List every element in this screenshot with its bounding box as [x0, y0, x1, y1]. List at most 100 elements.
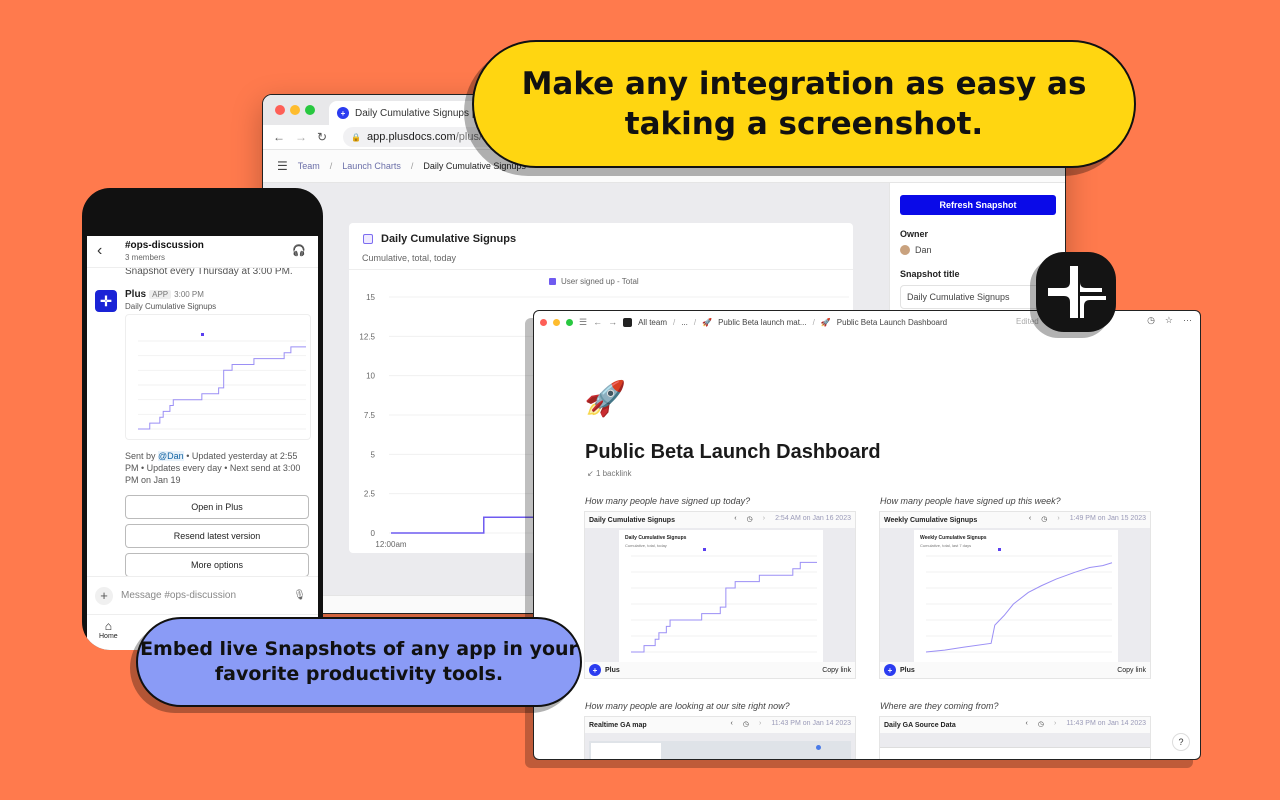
y-tick-label: 10 — [366, 372, 375, 381]
more-options-button[interactable]: More options — [125, 553, 309, 577]
message-input[interactable]: Message #ops-discussion — [121, 590, 236, 601]
page-title[interactable]: Public Beta Launch Dashboard — [585, 441, 881, 464]
embed-title: Daily Cumulative Signups — [589, 516, 675, 524]
refresh-snapshot-button[interactable]: Refresh Snapshot — [900, 195, 1056, 215]
next-chevron-icon[interactable]: › — [1057, 515, 1059, 523]
copy-link-button[interactable]: Copy link — [1117, 667, 1146, 674]
previous-message-text: Snapshot every Thursday at 3:00 PM. — [125, 268, 293, 277]
slack-screen: ‹ #ops-discussion 3 members 🎧 Snapshot e… — [87, 236, 318, 650]
x-tick-label: 12:00am — [375, 540, 406, 549]
url-host: app.plusdocs.com — [367, 131, 456, 143]
history-clock-icon[interactable]: ◷ — [1038, 720, 1044, 728]
sent-by-text: Sent by @Dan • Updated yesterday at 2:55… — [87, 450, 318, 486]
map-snapshot[interactable] — [589, 741, 851, 759]
avatar — [900, 245, 910, 255]
embed-snapshot[interactable]: Weekly Cumulative Signups Cumulative, to… — [914, 530, 1118, 664]
plus-icon[interactable]: + — [95, 586, 113, 605]
y-tick-label: 0 — [371, 529, 376, 538]
embed-header: Daily GA Source Data ‹ ◷ › 11:43 PM on J… — [880, 717, 1150, 733]
forward-arrow-icon[interactable]: → — [295, 130, 307, 144]
prev-chevron-icon[interactable]: ‹ — [1029, 515, 1031, 523]
more-options-icon[interactable]: ··· — [1183, 315, 1192, 326]
embed-realtime-map: Realtime GA map ‹ ◷ › 11:43 PM on Jan 14… — [584, 716, 856, 759]
breadcrumb-separator: / — [672, 317, 676, 327]
microphone-icon[interactable]: 🎙 — [293, 590, 306, 601]
forward-arrow-icon[interactable]: → — [608, 317, 617, 327]
hamburger-menu-icon[interactable]: ☰ — [277, 159, 288, 173]
home-icon: ⌂ — [104, 619, 112, 633]
maximize-window-button[interactable] — [305, 105, 315, 115]
close-window-button[interactable] — [275, 105, 285, 115]
embed-title: Realtime GA map — [589, 721, 647, 729]
reload-icon[interactable]: ↻ — [317, 130, 327, 144]
lock-icon: 🔒 — [351, 132, 362, 142]
table-snapshot[interactable] — [880, 747, 1150, 759]
embed-ga-source: Daily GA Source Data ‹ ◷ › 11:43 PM on J… — [879, 716, 1151, 759]
sent-by-prefix: Sent by — [125, 451, 159, 461]
sender-name[interactable]: Plus — [125, 289, 146, 300]
next-chevron-icon[interactable]: › — [763, 515, 765, 523]
back-chevron-icon[interactable]: ‹ — [97, 242, 102, 260]
plus-logo-badge — [1036, 252, 1116, 332]
back-arrow-icon[interactable]: ← — [273, 130, 285, 144]
minimize-window-button[interactable] — [290, 105, 300, 115]
snapshot-name: Daily Cumulative Signups — [125, 302, 217, 311]
nav-home[interactable]: ⌂ Home — [99, 619, 118, 640]
menu-icon[interactable]: ☰ — [579, 317, 587, 328]
breadcrumb-separator: / — [410, 161, 414, 171]
question-1: How many people have signed up today? — [585, 496, 751, 506]
minimize-window-button[interactable] — [553, 318, 560, 326]
embed-header: Weekly Cumulative Signups ‹ ◷ › 1:49 PM … — [880, 512, 1150, 528]
doc-breadcrumb-ellipsis[interactable]: ... — [681, 318, 688, 327]
breadcrumb-team[interactable]: Team — [298, 161, 320, 171]
close-window-button[interactable] — [540, 318, 547, 326]
snapshot-image[interactable] — [125, 314, 311, 440]
favorite-star-icon[interactable]: ☆ — [1165, 315, 1173, 326]
snapshot-title-input[interactable]: Daily Cumulative Signups — [900, 285, 1055, 309]
back-arrow-icon[interactable]: ← — [593, 317, 602, 327]
breadcrumb-separator: / — [693, 317, 697, 327]
channel-name: #ops-discussion — [125, 240, 204, 251]
channel-header: ‹ #ops-discussion 3 members 🎧 — [87, 236, 318, 268]
map-marker — [816, 745, 821, 750]
next-chevron-icon[interactable]: › — [759, 720, 761, 728]
backlink-count[interactable]: ↙ 1 backlink — [587, 469, 632, 478]
history-clock-icon[interactable]: ◷ — [747, 515, 753, 523]
phone-device: ‹ #ops-discussion 3 members 🎧 Snapshot e… — [82, 188, 323, 650]
app-badge: APP — [149, 290, 172, 299]
next-chevron-icon[interactable]: › — [1054, 720, 1056, 728]
prev-chevron-icon[interactable]: ‹ — [734, 515, 736, 523]
history-clock-icon[interactable]: ◷ — [1147, 315, 1155, 326]
prev-chevron-icon[interactable]: ‹ — [731, 720, 733, 728]
history-clock-icon[interactable]: ◷ — [1041, 515, 1047, 523]
message-time: 3:00 PM — [174, 290, 204, 299]
user-mention[interactable]: @Dan — [158, 451, 184, 461]
message-composer[interactable]: + Message #ops-discussion 🎙 — [87, 576, 318, 614]
prev-chevron-icon[interactable]: ‹ — [1026, 720, 1028, 728]
resend-latest-button[interactable]: Resend latest version — [125, 524, 309, 548]
embed-timestamp: 11:43 PM on Jan 14 2023 — [771, 720, 851, 727]
history-clock-icon[interactable]: ◷ — [743, 720, 749, 728]
breadcrumb-separator: / — [329, 161, 333, 171]
embed-timestamp: 2:54 AM on Jan 16 2023 — [775, 515, 851, 522]
maximize-window-button[interactable] — [566, 318, 573, 326]
open-in-plus-button[interactable]: Open in Plus — [125, 495, 309, 519]
embed-header: Daily Cumulative Signups ‹ ◷ › 2:54 AM o… — [585, 512, 855, 528]
copy-link-button[interactable]: Copy link — [822, 667, 851, 674]
legend-swatch — [703, 548, 706, 551]
breadcrumb-launch-charts[interactable]: Launch Charts — [342, 161, 401, 171]
member-count: 3 members — [125, 253, 166, 262]
rocket-icon: 🚀 — [702, 317, 713, 327]
backlink-text: 1 backlink — [595, 469, 632, 478]
embed-title: Daily GA Source Data — [884, 721, 956, 729]
embed-snapshot[interactable]: Daily Cumulative Signups Cumulative, tot… — [619, 530, 823, 664]
help-button[interactable]: ? — [1172, 733, 1190, 751]
y-tick-label: 2.5 — [364, 490, 376, 499]
page-icon-rocket[interactable]: 🚀 — [584, 379, 626, 419]
embed-timestamp: 1:49 PM on Jan 15 2023 — [1069, 515, 1146, 522]
headphones-icon[interactable]: 🎧 — [292, 244, 306, 257]
doc-breadcrumb-all-team[interactable]: All team — [638, 318, 667, 327]
nav-home-label: Home — [99, 633, 118, 640]
doc-breadcrumb-parent[interactable]: Public Beta launch mat... — [718, 318, 807, 327]
doc-breadcrumb-current[interactable]: Public Beta Launch Dashboard — [837, 318, 947, 327]
